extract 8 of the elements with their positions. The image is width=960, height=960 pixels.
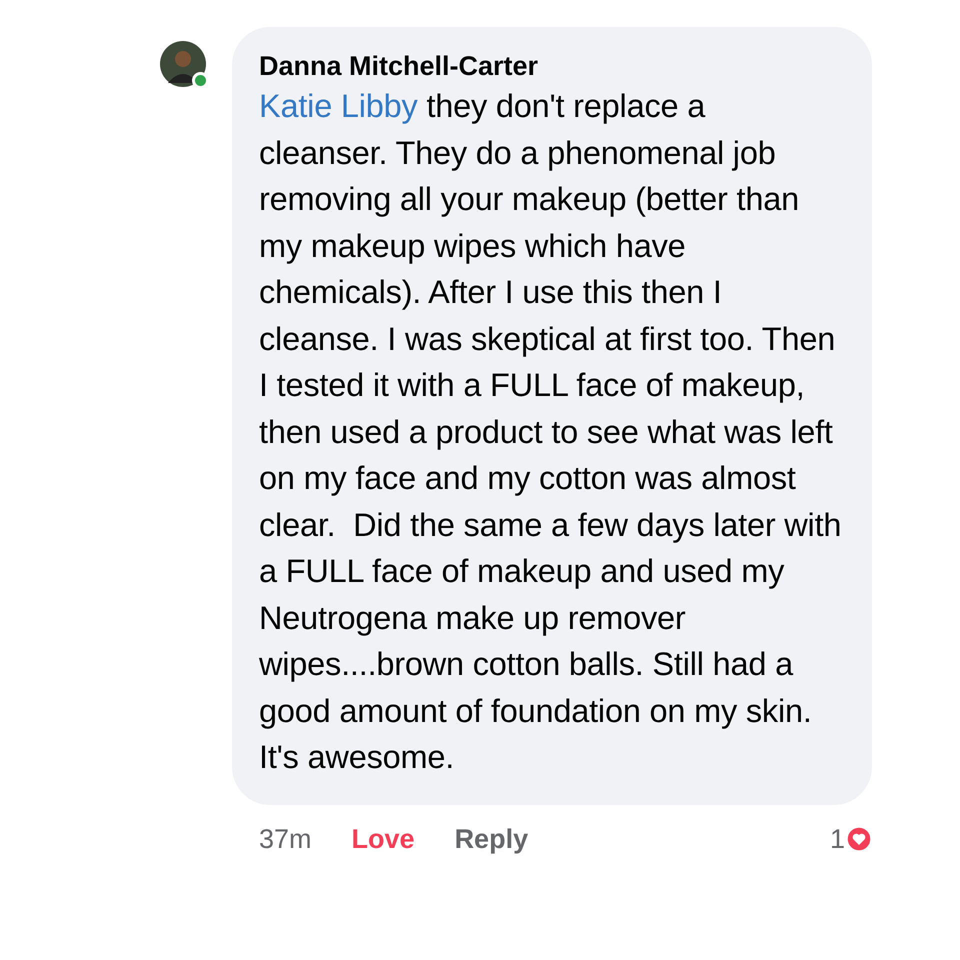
avatar[interactable] xyxy=(160,41,206,87)
comment-text: Katie Libby they don't replace a cleanser. They do a phenomenal job removing all your makeup (better than my makeup wipes which have chemicals). After I use this then I cleanse. I was skeptical at first too. Then I tested it with a FULL face of makeup, then used a product to see what was left on my face and my cotton was almost clear. Did the same a few days later with a FULL face of makeup and used my Neutrogena make up remover wipes....brown cotton balls. Still had a good amount of foundation on my skin. It's awesome. xyxy=(259,87,842,777)
reply-button[interactable]: Reply xyxy=(454,818,528,859)
reaction-count: 1 xyxy=(830,822,845,856)
timestamp: 37m xyxy=(259,822,312,856)
reaction-button[interactable]: Love xyxy=(352,818,415,859)
mention-link[interactable]: Katie Libby xyxy=(259,88,418,124)
author-name[interactable]: Danna Mitchell-Carter xyxy=(259,49,842,83)
